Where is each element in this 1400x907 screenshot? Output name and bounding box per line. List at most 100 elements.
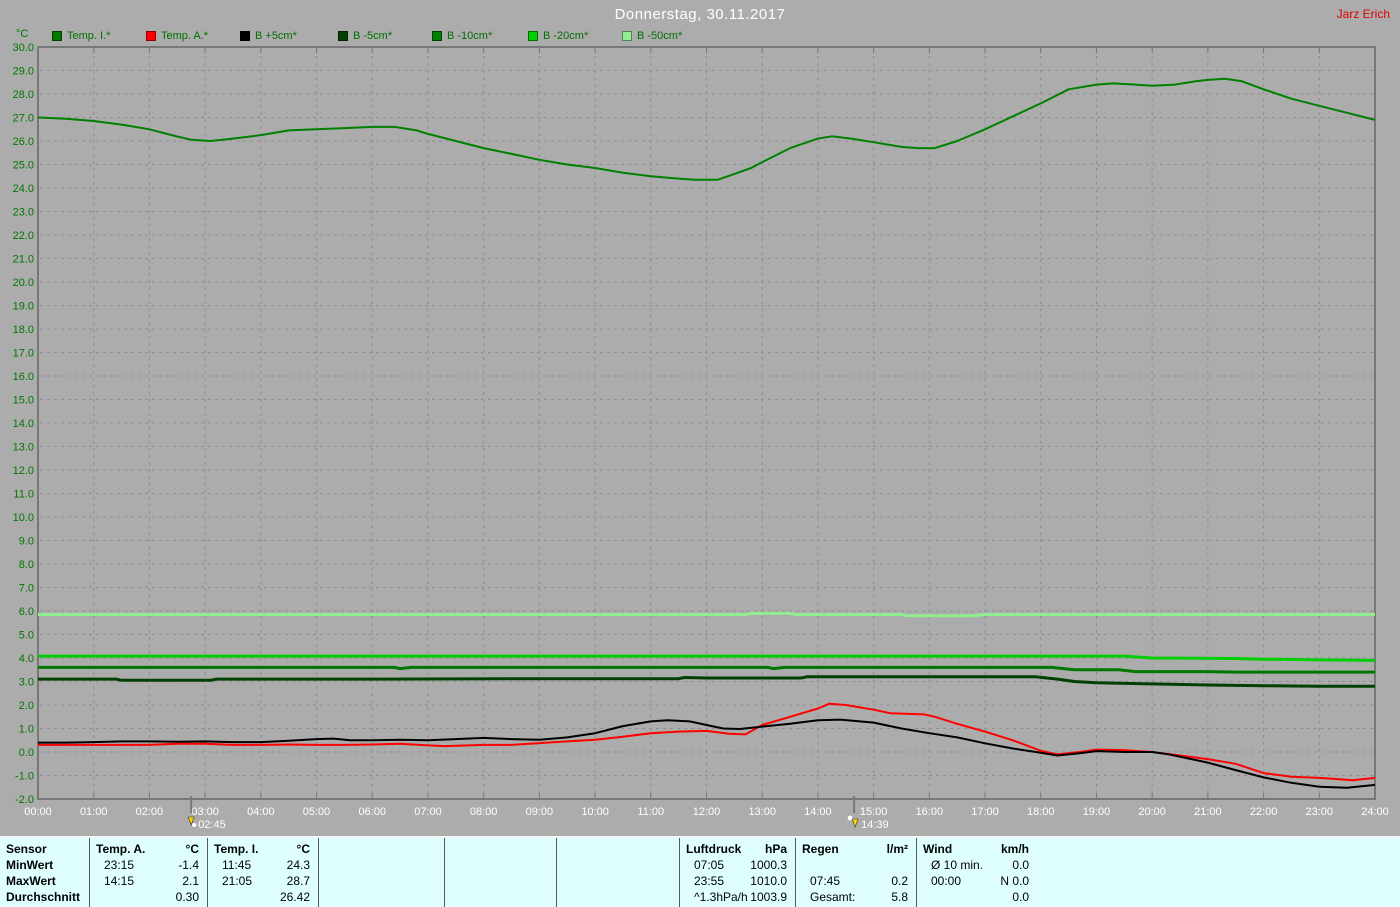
- stats-row-label: MaxWert: [6, 874, 56, 888]
- stats-cell-value: [548, 857, 556, 873]
- x-axis-label: 02:00: [136, 806, 164, 818]
- stats-cell-time: [917, 889, 931, 905]
- stats-col-unit: [548, 841, 556, 857]
- series-line-4: [38, 665, 1375, 674]
- stats-row-label: MinWert: [6, 858, 54, 872]
- stats-col-unit: [436, 841, 444, 857]
- stats-cell-value: [436, 889, 444, 905]
- y-axis-label: 28.0: [13, 89, 34, 101]
- stats-cell-value: 2.1: [182, 874, 199, 888]
- x-axis-label: 17:00: [971, 806, 999, 818]
- stats-cell-time: 23:15: [104, 858, 135, 872]
- x-axis-label: 13:00: [748, 806, 776, 818]
- x-axis-label: 10:00: [581, 806, 609, 818]
- stats-cell-value: 0.0: [1012, 890, 1029, 904]
- x-axis-label: 03:00: [191, 806, 219, 818]
- stats-cell-time: [208, 889, 222, 905]
- stats-col-unit: °C: [185, 842, 199, 856]
- x-axis-label: 24:00: [1361, 806, 1389, 818]
- x-axis-label: 14:00: [804, 806, 832, 818]
- stats-cell-time: 00:00: [931, 874, 962, 888]
- y-axis-label: 10.0: [13, 512, 34, 524]
- stats-cell-time: [445, 857, 459, 873]
- y-axis-label: 15.0: [13, 395, 34, 407]
- y-axis-label: 25.0: [13, 160, 34, 172]
- stats-col-header: Temp. I.: [214, 842, 259, 856]
- stats-cell-value: -1.4: [178, 858, 199, 872]
- y-axis-label: 14.0: [13, 418, 34, 430]
- stats-cell-time: [557, 889, 571, 905]
- x-axis-label: 12:00: [693, 806, 721, 818]
- stats-cell-value: 5.8: [891, 890, 908, 904]
- stats-column: Regen l/m² 07:45 0.2 Gesamt: 5.8: [795, 838, 916, 907]
- stats-cell-value: [671, 857, 679, 873]
- stats-cell-value: [671, 889, 679, 905]
- stats-cell-value: [671, 873, 679, 889]
- stats-cell-value: [908, 857, 916, 873]
- y-axis-label: 11.0: [13, 489, 34, 501]
- y-axis-label: 12.0: [13, 465, 34, 477]
- stats-cell-value: [436, 873, 444, 889]
- x-axis-label: 06:00: [358, 806, 386, 818]
- y-axis-label: 16.0: [13, 371, 34, 383]
- stats-cell-value: 0.2: [891, 874, 908, 888]
- stats-cell-value: 0.0: [1012, 858, 1029, 872]
- stats-cell-value: 1000.3: [750, 858, 787, 872]
- stats-col-header: Temp. A.: [96, 842, 146, 856]
- y-axis-label: 2.0: [19, 700, 34, 712]
- stats-cell-time: [319, 857, 333, 873]
- stats-col-header: Regen: [802, 842, 839, 856]
- y-axis-label: 18.0: [13, 324, 34, 336]
- stats-cell-value: [548, 873, 556, 889]
- set-icon: [847, 814, 859, 828]
- stats-cell-time: Ø 10 min.: [931, 858, 984, 872]
- x-axis-label: 20:00: [1138, 806, 1166, 818]
- stats-column: Wind km/h Ø 10 min. 0.0 00:00 N 0.0 0.0: [916, 838, 1400, 907]
- stats-cell-time: ^1.3hPa/h: [694, 890, 748, 904]
- rise-icon: [187, 816, 197, 828]
- series-line-6: [38, 611, 1375, 618]
- stats-col-unit: l/m²: [886, 842, 908, 856]
- stats-table: Sensor MinWert MaxWert Durchschnitt Temp. A.…: [0, 836, 1400, 907]
- stats-row-labels: Sensor MinWert MaxWert Durchschnitt: [0, 838, 89, 907]
- stats-column: [318, 838, 444, 907]
- y-axis-label: 8.0: [19, 559, 34, 571]
- stats-cell-time: Gesamt:: [810, 890, 856, 904]
- y-axis-label: 3.0: [19, 677, 34, 689]
- stats-cell-time: [90, 889, 104, 905]
- y-axis-label: 13.0: [13, 442, 34, 454]
- y-axis-label: 27.0: [13, 113, 34, 125]
- y-axis-label: 17.0: [13, 348, 34, 360]
- y-axis-label: 0.0: [19, 747, 34, 759]
- y-axis-label: 5.0: [19, 630, 34, 642]
- stats-cell-value: [436, 857, 444, 873]
- y-axis-label: 9.0: [19, 536, 34, 548]
- x-axis-label: 18:00: [1027, 806, 1055, 818]
- stats-col-header: [319, 841, 325, 857]
- stats-cell-time: 14:15: [104, 874, 135, 888]
- stats-cell-time: 07:05: [694, 858, 725, 872]
- y-axis-label: 20.0: [13, 277, 34, 289]
- stats-cell-time: 23:55: [694, 874, 725, 888]
- x-axis-label: 19:00: [1083, 806, 1111, 818]
- x-axis-label: 05:00: [303, 806, 331, 818]
- y-axis-label: 1.0: [19, 724, 34, 736]
- y-axis-label: 24.0: [13, 183, 34, 195]
- stats-cell-value: 24.3: [286, 858, 310, 872]
- stats-cell-time: 11:45: [222, 858, 252, 872]
- stats-row-label: Durchschnitt: [6, 890, 81, 904]
- stats-cell-time: [445, 873, 459, 889]
- y-axis-label: 4.0: [19, 653, 34, 665]
- stats-cell-value: 28.7: [286, 874, 310, 888]
- stats-row-label: Sensor: [6, 842, 47, 856]
- y-axis-label: 21.0: [13, 254, 34, 266]
- x-axis-label: 01:00: [80, 806, 108, 818]
- stats-cell-value: 26.42: [279, 890, 310, 904]
- y-axis-label: -2.0: [15, 794, 34, 806]
- stats-cell-time: [319, 889, 333, 905]
- stats-cell-value: 1010.0: [750, 874, 787, 888]
- stats-column: Temp. A. °C 23:15 -1.4 14:15 2.1 0.30: [89, 838, 207, 907]
- stats-cell-value: N 0.0: [1000, 874, 1029, 888]
- stats-column: [444, 838, 556, 907]
- event-marker-time: 14:39: [861, 819, 889, 831]
